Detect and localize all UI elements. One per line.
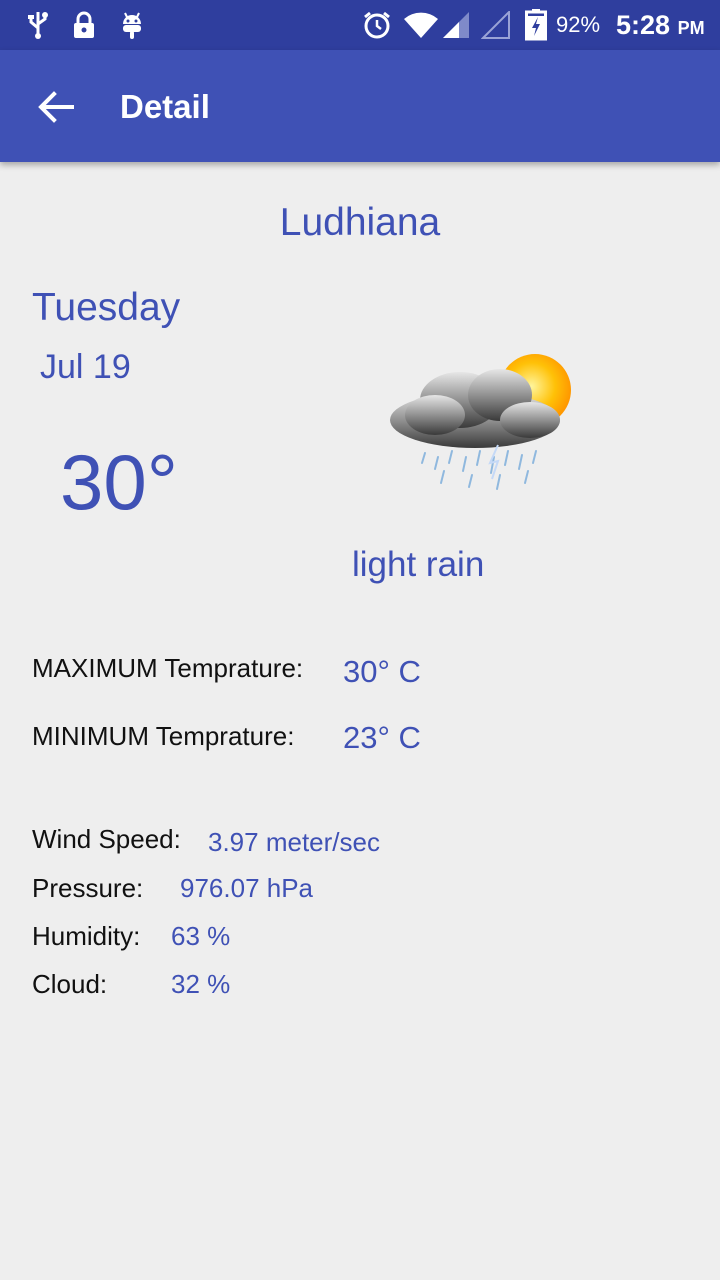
app-bar: Detail	[0, 50, 720, 162]
min-temperature-label: MINIMUM Temprature:	[32, 721, 295, 751]
clock: 5:28 PM	[616, 10, 705, 40]
lock-icon	[70, 10, 98, 40]
humidity-value: 63 %	[171, 921, 231, 951]
wind-speed-label: Wind Speed:	[32, 824, 181, 854]
page-title: Detail	[120, 88, 210, 125]
cloud-rain-sun-icon	[380, 345, 580, 505]
current-temperature: 30°	[60, 438, 178, 526]
arrow-back-icon	[38, 91, 74, 123]
max-temperature-value: 30° C	[343, 654, 421, 689]
usb-icon	[24, 10, 52, 40]
weather-condition: light rain	[352, 545, 485, 584]
pressure-value: 976.07 hPa	[180, 873, 314, 903]
pressure-label: Pressure:	[32, 873, 144, 903]
battery-percentage: 92%	[556, 12, 601, 37]
status-bar: 92% 5:28 PM	[0, 0, 720, 50]
max-temperature-label: MAXIMUM Temprature:	[32, 653, 304, 683]
day-label: Tuesday	[32, 286, 181, 329]
signal-empty-icon	[480, 10, 512, 40]
date-label: Jul 19	[40, 348, 131, 386]
humidity-label: Humidity:	[32, 921, 141, 951]
alarm-icon	[362, 10, 392, 40]
cloud-label: Cloud:	[32, 969, 108, 999]
android-icon	[117, 10, 147, 40]
back-button[interactable]	[22, 84, 90, 130]
signal-icon	[440, 10, 472, 40]
cloud-value: 32 %	[171, 969, 231, 999]
wind-speed-value: 3.97 meter/sec	[208, 827, 380, 857]
battery-charging-icon	[524, 9, 548, 41]
min-temperature-value: 23° C	[343, 720, 421, 755]
city-name: Ludhiana	[279, 201, 441, 244]
wifi-icon	[403, 10, 439, 40]
